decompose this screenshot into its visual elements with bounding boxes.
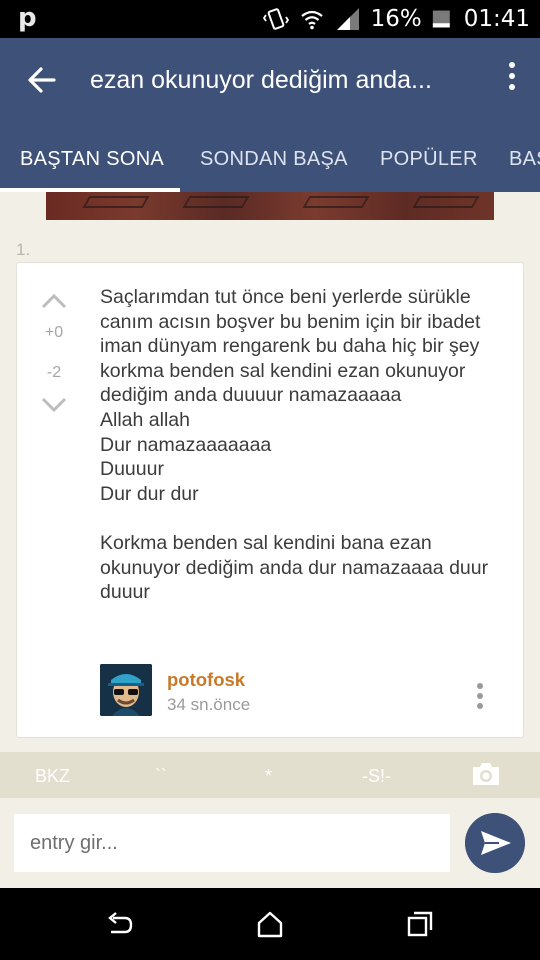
recent-apps-icon[interactable]: [405, 910, 435, 938]
clock: 01:41: [463, 6, 530, 32]
tab-sondan-basa[interactable]: SONDAN BAŞA: [200, 148, 348, 171]
battery-icon: [432, 10, 450, 28]
system-nav-bar: [0, 888, 540, 960]
downvote-count: -2: [46, 364, 62, 381]
topic-image: [46, 192, 494, 220]
entry-paragraph: Korkma benden sal kendini bana ezan okun…: [100, 531, 489, 604]
tab-populer[interactable]: POPÜLER: [380, 148, 478, 171]
back-arrow-icon[interactable]: [22, 60, 62, 100]
entry-menu-icon[interactable]: [475, 683, 485, 713]
camera-icon[interactable]: [470, 761, 502, 787]
author-name[interactable]: potofosk: [167, 669, 245, 691]
avatar[interactable]: [100, 664, 152, 716]
composer: [0, 798, 540, 888]
entry-index: 1.: [16, 240, 31, 259]
vibrate-icon: [262, 8, 289, 30]
upvote-count: +0: [44, 324, 64, 341]
backtick-button[interactable]: ``: [155, 766, 167, 787]
star-button[interactable]: *: [265, 766, 272, 787]
downvote-icon[interactable]: [41, 397, 67, 413]
entry-paragraph: Saçlarımdan tut önce beni yerlerde sürük…: [100, 286, 481, 505]
back-icon[interactable]: [105, 910, 135, 938]
signal-icon: [336, 8, 359, 30]
topic-title: ezan okunuyor dediğim anda...: [90, 66, 432, 94]
status-bar: p 16% 01:41: [0, 0, 540, 38]
home-icon[interactable]: [255, 910, 285, 938]
app-bar: ezan okunuyor dediğim anda... BAŞTAN SON…: [0, 38, 540, 192]
send-icon[interactable]: [465, 813, 525, 873]
entry-input[interactable]: [14, 814, 450, 872]
overflow-menu-icon[interactable]: [504, 62, 520, 98]
entry-card: +0 -2 Saçlarımdan tut önce beni yerlerde…: [16, 262, 524, 738]
wifi-icon: [300, 10, 323, 30]
format-toolbar: BKZ `` * -S!-: [0, 752, 540, 798]
tab-bar: BAŞTAN SONA SONDAN BAŞA POPÜLER BAŞ: [0, 138, 540, 192]
battery-percent: 16%: [370, 6, 422, 32]
entry-text: Saçlarımdan tut önce beni yerlerde sürük…: [100, 285, 510, 629]
tab-bastan-sona[interactable]: BAŞTAN SONA: [20, 148, 164, 171]
bkz-button[interactable]: BKZ: [35, 766, 70, 787]
tab-bas[interactable]: BAŞ: [509, 148, 540, 171]
spoiler-button[interactable]: -S!-: [362, 766, 391, 787]
notification-icon: p: [18, 3, 37, 33]
entry-timestamp: 34 sn.önce: [167, 695, 251, 714]
upvote-icon[interactable]: [41, 293, 67, 309]
